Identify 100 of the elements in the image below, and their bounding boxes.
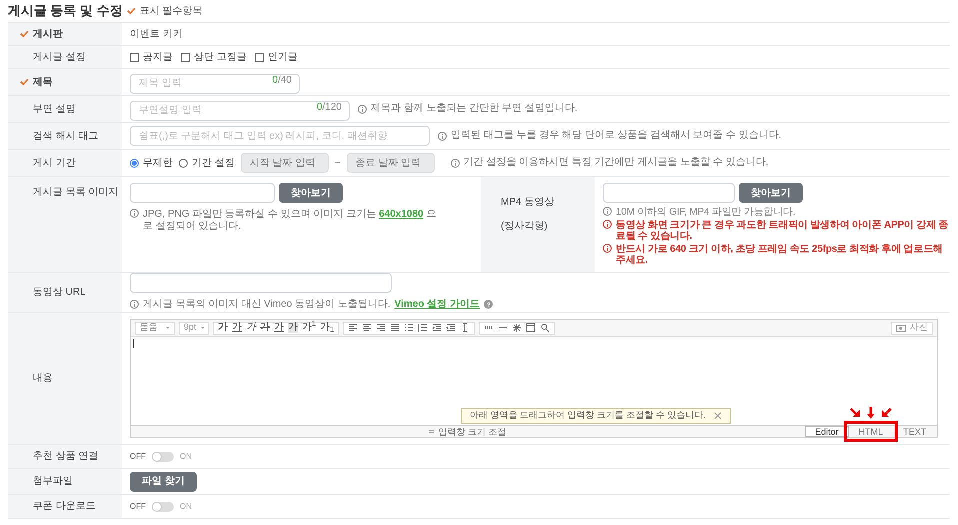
info-icon bbox=[603, 220, 612, 229]
text-cursor bbox=[133, 339, 134, 348]
text-input-field[interactable] bbox=[603, 183, 735, 203]
format-button[interactable]: 가 bbox=[218, 323, 228, 333]
format-button[interactable]: 가 bbox=[288, 323, 298, 333]
checkbox-label: 공지글 bbox=[143, 50, 173, 64]
checkbox[interactable] bbox=[254, 52, 264, 62]
toggle-on-label: ON bbox=[180, 450, 192, 462]
toggle-on-label: ON bbox=[180, 500, 192, 512]
format-button[interactable]: 가$^{1}$ bbox=[302, 323, 316, 333]
check-icon bbox=[20, 78, 29, 86]
warning-text: 동영상 화면 크기가 큰 경우 과도한 트래픽이 발생하여 아이폰 APP이 강제 종료될 수 있습니다. bbox=[616, 220, 950, 242]
text-input-field[interactable] bbox=[130, 183, 275, 203]
text-input-field[interactable]: 쉼표(,)로 구분해서 태그 입력 ex) 레시피, 코디, 패션취향 bbox=[130, 126, 430, 146]
file-button[interactable]: 파일 찾기 bbox=[130, 472, 197, 492]
info-icon bbox=[358, 104, 367, 114]
resize-handle[interactable]: 입력창 크기 조절 bbox=[131, 426, 805, 436]
checkbox[interactable] bbox=[181, 52, 190, 62]
annotation-arrow bbox=[850, 408, 860, 417]
text-input-field[interactable] bbox=[130, 273, 392, 293]
help-text: 제목과 함께 노출되는 간단한 부연 설명입니다. bbox=[371, 103, 578, 115]
field-label: 내용 bbox=[33, 372, 53, 386]
tooltip-text: 아래 영역을 드래그하여 입력창 크기를 조절할 수 있습니다. bbox=[470, 409, 706, 422]
annotation-arrow bbox=[867, 407, 875, 419]
checkbox[interactable] bbox=[130, 52, 139, 62]
field-label: 첨부파일 bbox=[33, 475, 73, 489]
close-icon[interactable] bbox=[714, 412, 722, 420]
info-icon bbox=[130, 300, 139, 309]
field-label: 제목 bbox=[33, 76, 53, 90]
special-character-icon[interactable] bbox=[512, 323, 522, 333]
radio-label: 기간 설정 bbox=[192, 156, 235, 170]
field-label: 부연 설명 bbox=[33, 102, 76, 116]
toggle-switch[interactable] bbox=[152, 452, 174, 462]
caret-icon bbox=[166, 327, 170, 329]
search-icon[interactable] bbox=[540, 323, 550, 333]
editor-mode-tab[interactable]: TEXT bbox=[893, 426, 937, 437]
format-button[interactable]: 가$_{1}$ bbox=[320, 323, 334, 333]
format-button[interactable]: 가 bbox=[246, 323, 256, 333]
font-size-dropdown[interactable]: 9pt bbox=[179, 322, 209, 334]
toggle-switch[interactable] bbox=[152, 502, 174, 512]
check-icon bbox=[20, 30, 29, 38]
character-counter: 0/40 bbox=[272, 75, 292, 86]
character-counter: 0/120 bbox=[316, 102, 342, 113]
photo-button[interactable]: 사진 bbox=[891, 322, 933, 334]
field-value: 이벤트 키키 bbox=[130, 28, 183, 42]
help-text: 입력된 태그를 누를 경우 해당 단어로 상품을 검색해서 보여줄 수 있습니다. bbox=[451, 130, 782, 142]
help-icon[interactable] bbox=[484, 300, 494, 309]
table-icon[interactable] bbox=[526, 323, 536, 333]
help-text: JPG, PNG 파일만 등록하실 수 있으며 이미지 크기는 640x1080 으로 설정되어 있습니다. bbox=[143, 209, 438, 233]
text-input-field: 종료 날짜 입력 bbox=[346, 153, 435, 173]
field-label: 게시판 bbox=[33, 28, 63, 42]
resize-grip-icon bbox=[429, 428, 434, 434]
annotation-arrow bbox=[882, 408, 892, 417]
page-title: 게시글 등록 및 수정 bbox=[8, 2, 123, 20]
toggle-off-label: OFF bbox=[130, 450, 146, 462]
justify-icon[interactable] bbox=[390, 323, 400, 333]
size-link[interactable]: 640x1080 bbox=[379, 209, 424, 220]
text-input-field: 시작 날짜 입력 bbox=[240, 153, 329, 173]
info-icon bbox=[450, 158, 460, 168]
image-icon bbox=[896, 324, 906, 332]
radio-label: 무제한 bbox=[143, 156, 173, 170]
checkbox-label: 상단 고정글 bbox=[194, 50, 247, 64]
format-button[interactable]: 가 bbox=[232, 323, 242, 333]
outdent-icon[interactable] bbox=[446, 323, 456, 333]
required-legend: 표시 필수항목 bbox=[140, 4, 203, 18]
field-label: 게시 기간 bbox=[33, 156, 76, 170]
check-icon bbox=[126, 7, 136, 15]
caret-icon bbox=[200, 327, 204, 329]
help-text: 10M 이하의 GIF, MP4 파일만 가능합니다. bbox=[616, 207, 796, 218]
radio-button[interactable] bbox=[179, 158, 188, 168]
format-button[interactable]: 가 bbox=[260, 323, 270, 333]
format-button[interactable]: 가 bbox=[274, 323, 284, 333]
field-label: 추천 상품 연결 bbox=[33, 450, 99, 464]
field-label: 동영상 URL bbox=[33, 286, 86, 300]
checkbox-label: 인기글 bbox=[268, 50, 298, 64]
field-label: 게시글 설정 bbox=[33, 50, 86, 64]
indent-icon[interactable] bbox=[432, 323, 442, 333]
font-dropdown[interactable]: 돋움 bbox=[135, 322, 175, 334]
radio-button[interactable] bbox=[130, 158, 139, 168]
help-text: 게시글 목록의 이미지 대신 Vimeo 동영상이 노출됩니다. bbox=[143, 298, 391, 312]
guide-link[interactable]: Vimeo 설정 가이드 bbox=[394, 297, 480, 312]
editor-mode-tab[interactable]: HTML bbox=[849, 426, 893, 437]
editor-mode-tab[interactable]: Editor bbox=[805, 426, 849, 437]
info-icon bbox=[603, 244, 612, 253]
warning-text: 반드시 가로 640 크기 이하, 초당 프레임 속도 25fps로 최적화 후에 업로드해 주세요. bbox=[616, 244, 944, 266]
browse-button[interactable]: 찾아보기 bbox=[279, 183, 343, 203]
field-label: 쿠폰 다운로드 bbox=[33, 500, 96, 514]
toggle-off-label: OFF bbox=[130, 500, 146, 512]
info-icon bbox=[130, 209, 139, 218]
align-center-icon[interactable] bbox=[362, 323, 372, 333]
field-label: 게시글 목록 이미지 bbox=[33, 186, 119, 200]
align-right-icon[interactable] bbox=[376, 323, 386, 333]
browse-button[interactable]: 찾아보기 bbox=[739, 183, 803, 203]
help-text: 기간 설정을 이용하시면 특정 기간에만 게시글을 노출할 수 있습니다. bbox=[464, 157, 769, 169]
align-left-icon[interactable] bbox=[348, 323, 358, 333]
info-icon bbox=[438, 132, 447, 140]
info-icon bbox=[603, 207, 612, 216]
field-label: 검색 해시 태그 bbox=[33, 130, 99, 144]
field-label: MP4 동영상 (정사각형) bbox=[501, 197, 554, 232]
range-separator: ~ bbox=[334, 156, 341, 170]
